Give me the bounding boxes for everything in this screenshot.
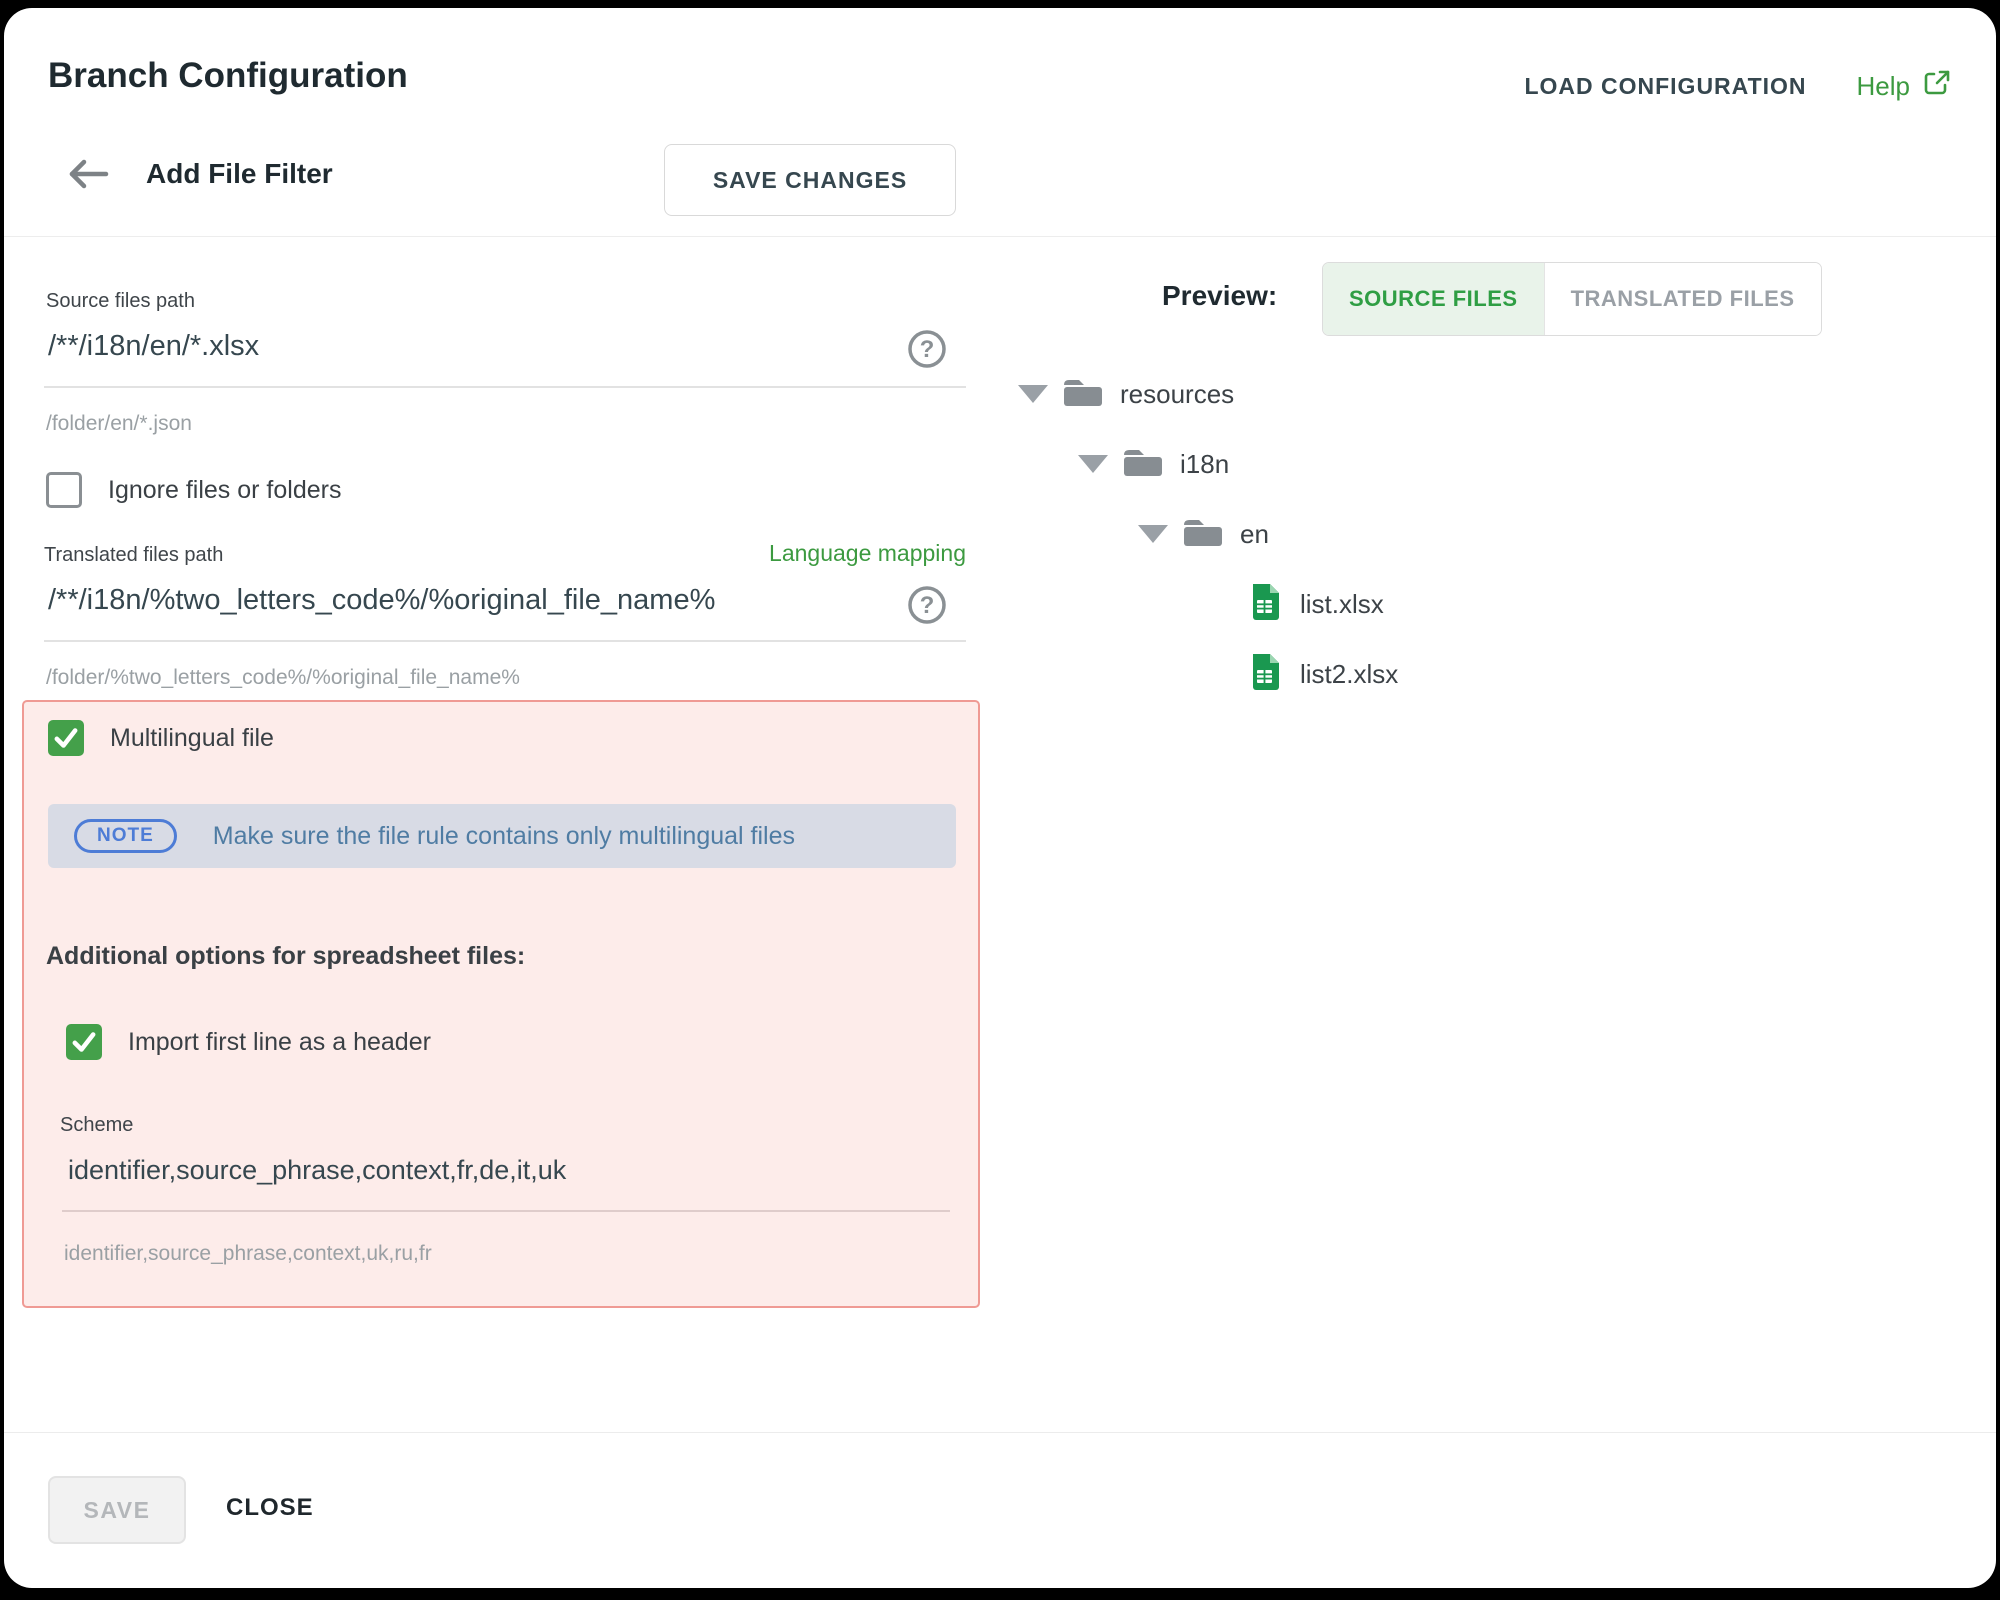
note-badge: NOTE [74, 819, 177, 853]
tree-item-label: resources [1120, 379, 1234, 410]
arrow-left-icon [62, 154, 114, 194]
note-banner: NOTE Make sure the file rule contains on… [48, 804, 956, 868]
file-tree: resources i18n en [1018, 372, 1398, 722]
folder-icon [1122, 445, 1164, 484]
spreadsheet-file-icon [1250, 584, 1280, 625]
folder-icon [1062, 375, 1104, 414]
source-path-help-icon[interactable]: ? [906, 328, 948, 370]
checkbox-unchecked-icon [46, 472, 82, 508]
translated-path-hint: /folder/%two_letters_code%/%original_fil… [46, 666, 520, 690]
source-path-hint: /folder/en/*.json [46, 412, 192, 436]
tree-row-resources[interactable]: resources [1018, 372, 1398, 416]
tab-translated-files[interactable]: TRANSLATED FILES [1544, 263, 1821, 335]
save-button[interactable]: SAVE [48, 1476, 186, 1544]
footer-divider [4, 1432, 1996, 1433]
svg-text:?: ? [920, 592, 935, 619]
back-button[interactable] [62, 154, 114, 194]
import-header-label: Import first line as a header [128, 1028, 431, 1057]
save-changes-button[interactable]: SAVE CHANGES [664, 144, 956, 216]
checkbox-checked-icon [48, 720, 84, 756]
chevron-down-icon[interactable] [1138, 525, 1168, 543]
multilingual-highlight-section: Multilingual file NOTE Make sure the fil… [22, 700, 980, 1308]
ignore-files-checkbox-row[interactable]: Ignore files or folders [46, 472, 341, 508]
spreadsheet-file-icon [1250, 654, 1280, 695]
ignore-files-label: Ignore files or folders [108, 476, 341, 505]
tree-row-en[interactable]: en [1018, 512, 1398, 556]
folder-icon [1182, 515, 1224, 554]
tree-item-label: list.xlsx [1300, 589, 1384, 620]
translated-path-input[interactable] [44, 576, 966, 642]
tree-row-list2-xlsx[interactable]: list2.xlsx [1018, 652, 1398, 696]
translated-path-help-icon[interactable]: ? [906, 584, 948, 626]
multilingual-checkbox-row[interactable]: Multilingual file [48, 720, 274, 756]
preview-toggle: SOURCE FILES TRANSLATED FILES [1322, 262, 1822, 336]
help-link[interactable]: Help [1857, 68, 1952, 105]
external-link-icon [1922, 68, 1952, 105]
chevron-down-icon[interactable] [1018, 385, 1048, 403]
tree-row-list-xlsx[interactable]: list.xlsx [1018, 582, 1398, 626]
scheme-hint: identifier,source_phrase,context,uk,ru,f… [64, 1242, 432, 1266]
import-header-checkbox-row[interactable]: Import first line as a header [66, 1024, 431, 1060]
tree-row-i18n[interactable]: i18n [1018, 442, 1398, 486]
header-divider [4, 236, 1996, 237]
branch-configuration-dialog: Branch Configuration LOAD CONFIGURATION … [4, 8, 1996, 1588]
scheme-input[interactable] [62, 1146, 950, 1212]
scheme-label: Scheme [60, 1114, 133, 1137]
tree-item-label: list2.xlsx [1300, 659, 1398, 690]
checkbox-checked-icon [66, 1024, 102, 1060]
filter-title: Add File Filter [146, 158, 333, 190]
multilingual-label: Multilingual file [110, 724, 274, 753]
source-path-label: Source files path [46, 290, 195, 313]
tree-item-label: i18n [1180, 449, 1229, 480]
language-mapping-link[interactable]: Language mapping [769, 540, 966, 567]
spreadsheet-options-heading: Additional options for spreadsheet files… [46, 942, 525, 971]
note-text: Make sure the file rule contains only mu… [213, 822, 795, 851]
preview-label: Preview: [1162, 280, 1277, 312]
chevron-down-icon[interactable] [1078, 455, 1108, 473]
tab-source-files[interactable]: SOURCE FILES [1323, 263, 1544, 335]
translated-path-label: Translated files path [44, 544, 223, 567]
tree-item-label: en [1240, 519, 1269, 550]
load-configuration-button[interactable]: LOAD CONFIGURATION [1524, 73, 1806, 100]
page-title: Branch Configuration [48, 56, 408, 96]
svg-text:?: ? [920, 336, 935, 363]
help-link-label: Help [1857, 71, 1910, 102]
close-button[interactable]: CLOSE [226, 1494, 314, 1522]
source-path-input[interactable] [44, 322, 966, 388]
